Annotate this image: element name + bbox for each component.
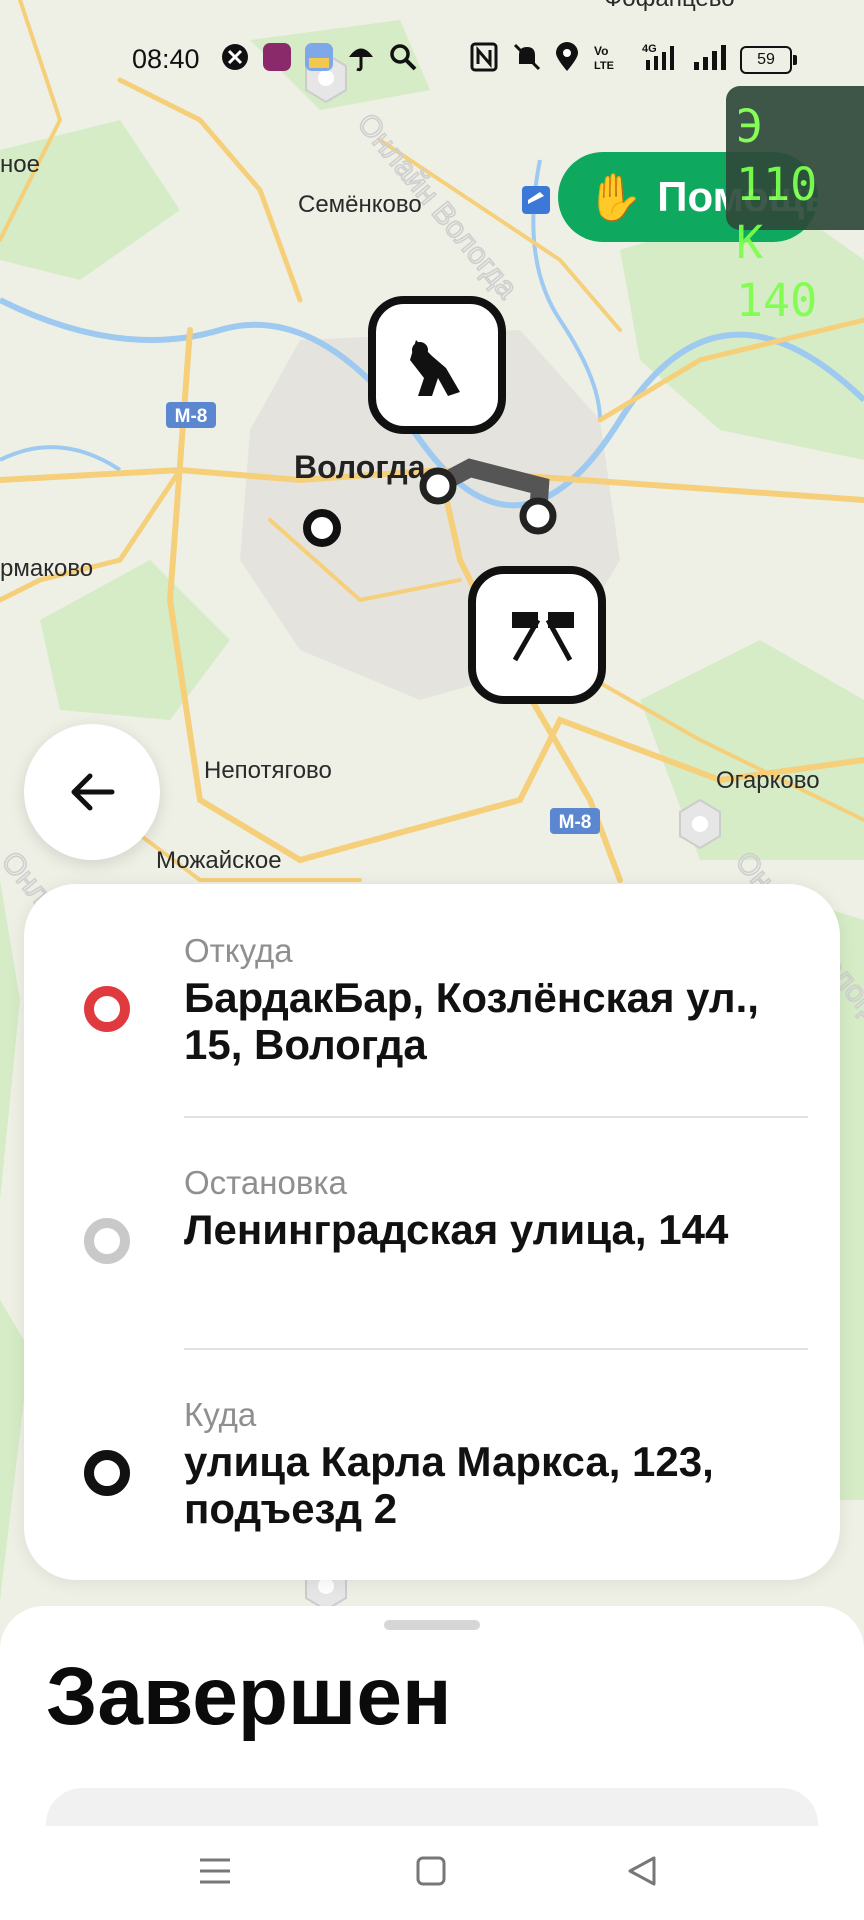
map-label-semenkovo: Семёнково <box>298 191 422 218</box>
home-icon[interactable] <box>414 1854 448 1888</box>
waving-hand-icon: ✋ <box>586 170 644 223</box>
road-badge-m8-2: М-8 <box>550 808 600 834</box>
route-stop-label: Остановка <box>184 1164 347 1201</box>
route-from-address: БардакБар, Козлёнская ул., 15, Вологда <box>184 974 759 1068</box>
map-label-left: ное <box>0 151 40 178</box>
menu-icon[interactable] <box>198 1854 232 1888</box>
system-navigation-bar <box>0 1826 864 1920</box>
pickup-marker[interactable] <box>368 296 506 434</box>
route-point-stop <box>303 509 341 547</box>
signal-4g-icon: 4G <box>642 43 674 70</box>
order-status-title: Завершен <box>46 1651 452 1742</box>
route-to[interactable]: Куда улица Карла Маркса, 123, подъезд 2 <box>24 1348 840 1580</box>
nfc-icon <box>470 42 498 72</box>
airport-icon <box>522 186 550 214</box>
location-icon <box>556 42 578 71</box>
route-card: Откуда БардакБар, Козлёнская ул., 15, Во… <box>24 884 840 1580</box>
route-from-dot <box>84 986 130 1032</box>
sheet-drag-handle[interactable] <box>384 1620 480 1630</box>
price-comfort: К 140 <box>736 216 818 327</box>
arrow-left-icon <box>71 773 115 811</box>
svg-text:LTE: LTE <box>594 60 614 72</box>
map-label-ermakovo: рмаково <box>0 555 93 582</box>
status-time: 08:40 <box>132 44 200 74</box>
route-to-dot <box>84 1450 130 1496</box>
map-label-fofantsevo: Фофанцево <box>604 0 735 12</box>
svg-text:М-8: М-8 <box>559 812 592 833</box>
search-icon <box>390 44 417 71</box>
map-label-mozhayskoe: Можайское <box>156 847 282 874</box>
order-bottom-sheet[interactable]: Завершен <box>0 1606 864 1848</box>
route-stop-dot <box>84 1218 130 1264</box>
route-from[interactable]: Откуда БардакБар, Козлёнская ул., 15, Во… <box>24 884 840 1116</box>
mute-bell-icon <box>513 43 541 71</box>
price-economy: Э 110 <box>736 100 818 211</box>
price-overlay: Э 110 К 140 <box>726 86 864 327</box>
route-stop-address: Ленинградская улица, 144 <box>184 1206 729 1253</box>
svg-text:М-8: М-8 <box>175 406 208 427</box>
volte-icon: Vo LTE <box>594 44 614 72</box>
map-label-ogarkovo: Огарково <box>716 767 820 794</box>
signal-icon <box>694 45 726 70</box>
svg-text:4G: 4G <box>642 43 657 55</box>
app-notification-icon <box>305 43 333 71</box>
umbrella-icon <box>349 48 373 72</box>
battery-indicator: 59 <box>740 46 797 74</box>
route-stop[interactable]: Остановка Ленинградская улица, 144 <box>24 1116 840 1348</box>
finish-marker[interactable] <box>468 566 606 704</box>
route-point-end <box>519 497 557 535</box>
map-label-nepotyagovo: Непотягово <box>204 757 332 784</box>
back-nav-icon[interactable] <box>624 1854 658 1888</box>
route-to-label: Куда <box>184 1396 257 1433</box>
route-from-label: Откуда <box>184 932 293 969</box>
status-bar: 08:40 Vo LTE 4G 59 <box>0 30 864 86</box>
app-notification-icon <box>263 43 291 71</box>
map-label-vologda: Вологда <box>294 449 426 485</box>
back-button[interactable] <box>24 724 160 860</box>
app-notification-icon <box>222 44 248 70</box>
svg-text:Vo: Vo <box>594 44 608 58</box>
route-point-start <box>419 467 457 505</box>
route-to-address: улица Карла Маркса, 123, подъезд 2 <box>184 1438 714 1532</box>
road-badge-m8-1: М-8 <box>166 402 216 428</box>
